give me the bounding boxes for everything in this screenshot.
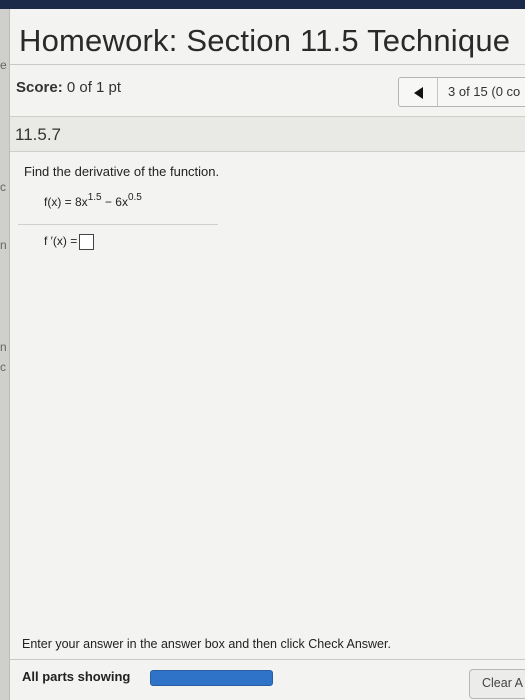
parts-status: All parts showing [22,669,131,684]
top-bar [0,0,525,9]
left-edge-glyph: c [0,180,6,194]
left-edge-glyph: n [0,238,7,252]
question-header-bar: 11.5.7 [10,116,525,152]
question-instruction: Find the derivative of the function. [24,164,220,179]
function-middle: − 6x [101,195,128,209]
answer-label: f ′(x) = [44,234,78,249]
question-position[interactable]: 3 of 15 (0 co [448,84,520,99]
footer-divider [10,659,525,660]
left-edge-glyph: n [0,340,7,354]
left-edge-glyph: e [0,58,7,72]
function-exponent-2: 0.5 [127,192,142,203]
left-background-strip [0,9,9,700]
question-divider [18,224,218,225]
navigator-separator [437,78,438,106]
left-edge-glyph: c [0,360,6,374]
page-title: Homework: Section 11.5 Technique [19,23,511,58]
parts-progress-bar [150,670,273,686]
score-value: 0 of 1 pt [66,79,122,96]
function-exponent-1: 1.5 [87,192,102,203]
question-number: 11.5.7 [15,125,62,144]
clear-all-button[interactable]: Clear A [469,669,525,699]
answer-row: f ′(x) = [44,234,95,250]
homework-panel: Homework: Section 11.5 Technique Score: … [9,9,525,700]
score-label: Score: [16,79,63,96]
function-expression: f(x) = 8x1.5 − 6x0.5 [44,192,142,209]
triangle-left-icon[interactable] [414,87,423,99]
instruction-message: Enter your answer in the answer box and … [22,637,391,651]
title-divider [10,64,525,65]
answer-input[interactable] [79,234,95,250]
score-display: Score: 0 of 1 pt [16,79,121,96]
function-lhs: f(x) = 8x [44,195,88,209]
question-navigator: 3 of 15 (0 co [398,77,525,107]
